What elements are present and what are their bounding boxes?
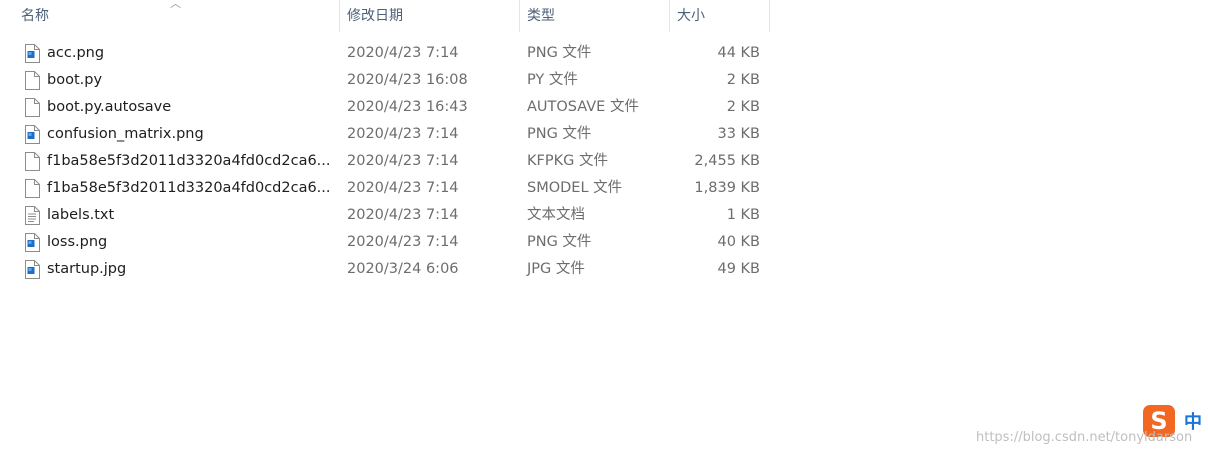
file-type: PNG 文件 [527, 234, 592, 250]
column-header-bar: ︿ 名称 修改日期 类型 大小 [0, 0, 770, 32]
blank-file-icon [24, 179, 40, 198]
file-size: 44 KB [717, 45, 760, 61]
file-row[interactable]: startup.jpg 2020/3/24 6:06 JPG 文件 49 KB [0, 256, 770, 283]
column-header-type[interactable]: 类型 [520, 0, 670, 32]
image-file-icon [24, 260, 40, 279]
file-row[interactable]: boot.py 2020/4/23 16:08 PY 文件 2 KB [0, 67, 770, 94]
file-name: acc.png [47, 45, 105, 61]
file-row[interactable]: boot.py.autosave 2020/4/23 16:43 AUTOSAV… [0, 94, 770, 121]
image-file-icon [24, 44, 40, 63]
image-file-icon [24, 125, 40, 144]
file-size: 1,839 KB [694, 180, 760, 196]
file-date: 2020/4/23 7:14 [347, 126, 459, 142]
file-row[interactable]: labels.txt 2020/4/23 7:14 文本文档 1 KB [0, 202, 770, 229]
file-name: f1ba58e5f3d2011d3320a4fd0cd2ca6... [47, 180, 331, 196]
file-type: SMODEL 文件 [527, 180, 623, 196]
file-row[interactable]: f1ba58e5f3d2011d3320a4fd0cd2ca6... 2020/… [0, 148, 770, 175]
text-file-icon [24, 206, 40, 225]
file-type: PY 文件 [527, 72, 578, 88]
file-date: 2020/3/24 6:06 [347, 261, 459, 277]
file-type: PNG 文件 [527, 126, 592, 142]
file-name: boot.py.autosave [47, 99, 172, 115]
column-header-date[interactable]: 修改日期 [340, 0, 520, 32]
file-size: 1 KB [726, 207, 760, 223]
file-date: 2020/4/23 7:14 [347, 45, 459, 61]
blank-file-icon [24, 152, 40, 171]
file-size: 49 KB [717, 261, 760, 277]
file-name: startup.jpg [47, 261, 127, 277]
file-date: 2020/4/23 7:14 [347, 207, 459, 223]
blank-file-icon [24, 98, 40, 117]
file-name: confusion_matrix.png [47, 126, 204, 142]
file-size: 33 KB [717, 126, 760, 142]
file-size: 2 KB [726, 72, 760, 88]
file-size: 2,455 KB [694, 153, 760, 169]
file-name: f1ba58e5f3d2011d3320a4fd0cd2ca6... [47, 153, 331, 169]
file-list: acc.png 2020/4/23 7:14 PNG 文件 44 KB boot… [0, 40, 770, 283]
file-size: 40 KB [717, 234, 760, 250]
file-type: JPG 文件 [527, 261, 585, 277]
file-name: boot.py [47, 72, 103, 88]
file-row[interactable]: acc.png 2020/4/23 7:14 PNG 文件 44 KB [0, 40, 770, 67]
file-date: 2020/4/23 7:14 [347, 180, 459, 196]
file-type: AUTOSAVE 文件 [527, 99, 639, 115]
file-name: labels.txt [47, 207, 115, 223]
column-header-name[interactable]: ︿ 名称 [0, 0, 340, 32]
column-header-type-label: 类型 [527, 8, 555, 24]
file-row[interactable]: loss.png 2020/4/23 7:14 PNG 文件 40 KB [0, 229, 770, 256]
blank-file-icon [24, 71, 40, 90]
image-file-icon [24, 233, 40, 252]
column-header-size[interactable]: 大小 [670, 0, 770, 32]
file-size: 2 KB [726, 99, 760, 115]
column-header-name-label: 名称 [21, 8, 49, 24]
file-type: 文本文档 [527, 207, 585, 223]
file-date: 2020/4/23 7:14 [347, 153, 459, 169]
file-row[interactable]: f1ba58e5f3d2011d3320a4fd0cd2ca6... 2020/… [0, 175, 770, 202]
column-header-date-label: 修改日期 [347, 8, 403, 24]
file-type: KFPKG 文件 [527, 153, 608, 169]
watermark-text: https://blog.csdn.net/tonyldarson [976, 430, 1193, 445]
file-date: 2020/4/23 16:08 [347, 72, 468, 88]
file-date: 2020/4/23 16:43 [347, 99, 468, 115]
column-header-size-label: 大小 [677, 8, 705, 24]
sort-ascending-icon: ︿ [170, 0, 181, 10]
file-row[interactable]: confusion_matrix.png 2020/4/23 7:14 PNG … [0, 121, 770, 148]
file-date: 2020/4/23 7:14 [347, 234, 459, 250]
file-type: PNG 文件 [527, 45, 592, 61]
file-name: loss.png [47, 234, 108, 250]
